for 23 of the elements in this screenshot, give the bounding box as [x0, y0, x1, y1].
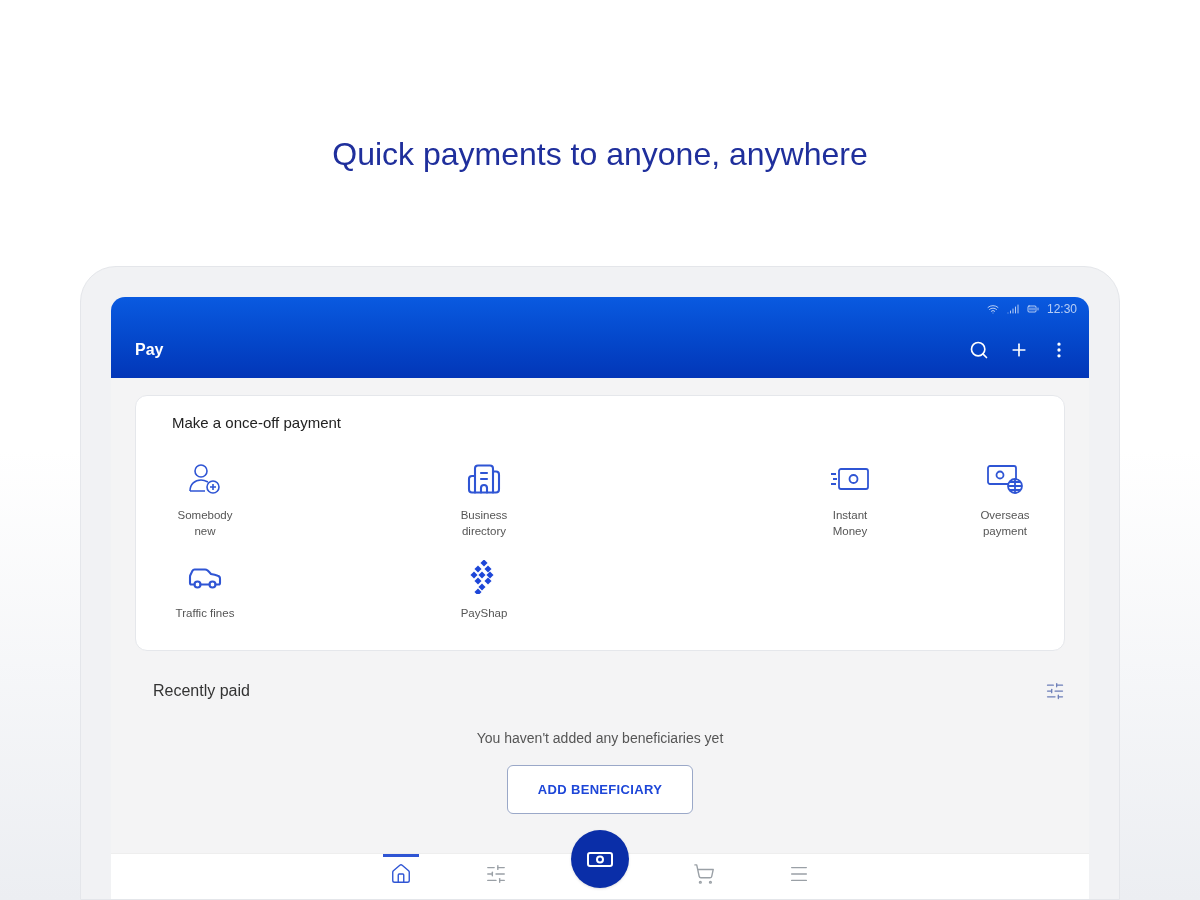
payment-option[interactable]: PayShap: [439, 556, 529, 621]
card-title: Make a once-off payment: [172, 413, 342, 433]
add-beneficiary-button[interactable]: ADD BENEFICIARY: [507, 765, 693, 814]
cart-icon[interactable]: [693, 863, 715, 885]
banknote-globe-icon: [986, 462, 1024, 495]
wifi-icon: [986, 303, 999, 315]
home-icon[interactable]: [390, 863, 412, 885]
headline: Quick payments to anyone, anywhere: [332, 135, 868, 174]
payment-option[interactable]: Somebody new: [160, 458, 250, 539]
sliders-icon[interactable]: [485, 863, 507, 885]
search-icon[interactable]: [969, 339, 989, 360]
app-title: Pay: [135, 339, 165, 360]
section-title: Recently paid: [153, 681, 251, 701]
payment-option[interactable]: Overseas payment: [960, 458, 1050, 539]
payment-option[interactable]: Business directory: [439, 458, 529, 539]
banknote-icon: [587, 850, 613, 868]
payment-option[interactable]: Traffic fines: [160, 556, 250, 621]
payment-option[interactable]: Instant Money: [805, 458, 895, 539]
empty-message: You haven't added any beneficiaries yet: [476, 729, 724, 748]
filter-icon[interactable]: [1045, 681, 1065, 701]
pay-fab[interactable]: [571, 830, 629, 888]
status-time: 12:30: [1046, 301, 1077, 318]
battery-icon: [1026, 303, 1039, 315]
